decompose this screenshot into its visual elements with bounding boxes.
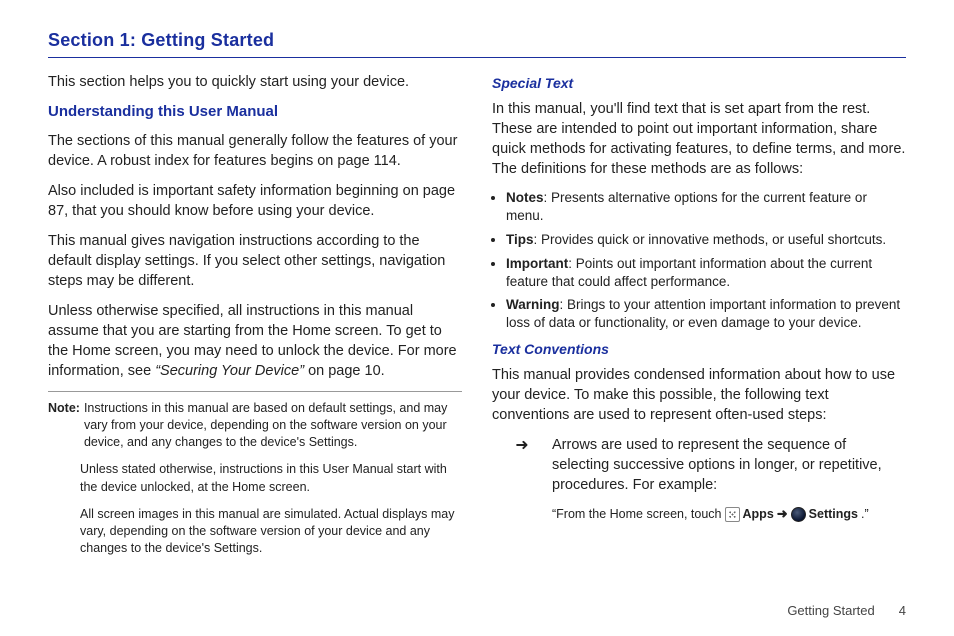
note-block: Note: Instructions in this manual are ba… <box>48 391 462 558</box>
arrow-convention-row: ➜ Arrows are used to represent the seque… <box>492 435 906 495</box>
apps-label: Apps <box>743 506 774 523</box>
arrow-icon: ➜ <box>777 505 788 523</box>
intro-paragraph: This section helps you to quickly start … <box>48 72 462 92</box>
arrow-icon: ➜ <box>492 435 552 495</box>
note-item: Note: Instructions in this manual are ba… <box>48 400 462 452</box>
paragraph: This manual provides condensed informati… <box>492 365 906 425</box>
example-close: .” <box>861 506 869 523</box>
section-title: Section 1: Getting Started <box>48 30 906 58</box>
paragraph: In this manual, you'll find text that is… <box>492 99 906 179</box>
term-text: : Presents alternative options for the c… <box>506 190 867 223</box>
example-text: “From the Home screen, touch <box>552 506 722 523</box>
arrow-description: Arrows are used to represent the sequenc… <box>552 435 906 495</box>
settings-label: Settings <box>809 506 858 523</box>
subheading-text-conventions: Text Conventions <box>492 340 906 359</box>
page-footer: Getting Started 4 <box>787 603 906 618</box>
page-number: 4 <box>899 603 906 618</box>
subheading-special-text: Special Text <box>492 74 906 93</box>
right-column: Special Text In this manual, you'll find… <box>492 72 906 568</box>
paragraph: Unless otherwise specified, all instruct… <box>48 301 462 381</box>
definition-list: Notes: Presents alternative options for … <box>492 189 906 332</box>
note-label: Note: <box>48 400 80 452</box>
list-item: Notes: Presents alternative options for … <box>506 189 906 225</box>
settings-icon <box>791 507 806 522</box>
paragraph-text: on page 10. <box>304 363 385 379</box>
cross-reference: “Securing Your Device” <box>155 363 304 379</box>
list-item: Warning: Brings to your attention import… <box>506 296 906 332</box>
term-text: : Provides quick or innovative methods, … <box>534 232 887 247</box>
list-item: Important: Points out important informat… <box>506 255 906 291</box>
term-label: Tips <box>506 232 534 247</box>
term-text: : Brings to your attention important inf… <box>506 297 900 330</box>
list-item: Tips: Provides quick or innovative metho… <box>506 231 906 249</box>
footer-section-name: Getting Started <box>787 603 874 618</box>
subsection-heading-understanding: Understanding this User Manual <box>48 102 462 123</box>
note-item: All screen images in this manual are sim… <box>80 506 462 558</box>
paragraph: Also included is important safety inform… <box>48 181 462 221</box>
paragraph: The sections of this manual generally fo… <box>48 131 462 171</box>
note-item: Unless stated otherwise, instructions in… <box>80 461 462 496</box>
term-label: Notes <box>506 190 544 205</box>
note-text: Instructions in this manual are based on… <box>84 400 462 452</box>
navigation-example: “From the Home screen, touch Apps ➜ Sett… <box>552 505 906 523</box>
two-column-layout: This section helps you to quickly start … <box>48 72 906 568</box>
left-column: This section helps you to quickly start … <box>48 72 462 568</box>
term-label: Warning <box>506 297 560 312</box>
apps-icon <box>725 507 740 522</box>
term-label: Important <box>506 256 568 271</box>
paragraph: This manual gives navigation instruction… <box>48 231 462 291</box>
